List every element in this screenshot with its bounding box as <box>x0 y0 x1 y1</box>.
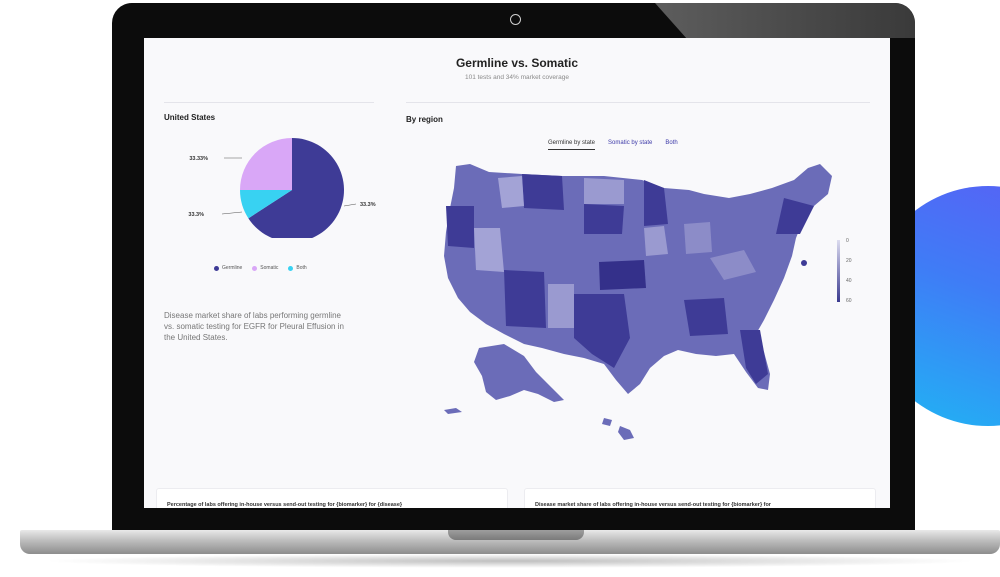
map-region-hawaii <box>602 418 612 426</box>
card-inhouse-percentage[interactable]: Percentage of labs offering in-house ver… <box>156 488 508 508</box>
map-region-alaska <box>474 344 564 402</box>
us-choropleth-map <box>444 164 832 440</box>
map-region-dark <box>446 206 474 248</box>
laptop-notch <box>448 530 584 540</box>
card-inhouse-market-share[interactable]: Disease market share of labs offering in… <box>524 488 876 508</box>
map-region-light <box>548 284 574 328</box>
color-scale-bar <box>837 240 840 302</box>
scale-label: 0 <box>846 238 849 244</box>
map-region-dark <box>599 260 646 290</box>
map-region-dark <box>584 204 624 234</box>
card-title: Percentage of labs offering in-house ver… <box>167 502 403 508</box>
map-region-light <box>684 222 712 254</box>
map-region-dark <box>522 174 564 210</box>
map-region-light <box>644 226 668 256</box>
map-region-dark <box>684 298 728 336</box>
map-region-dark <box>504 270 546 328</box>
map-region-light <box>584 178 624 204</box>
laptop-shadow <box>40 554 980 568</box>
map-region-dark <box>644 180 668 226</box>
scale-label: 60 <box>846 298 852 304</box>
laptop-mockup: Germline vs. Somatic 101 tests and 34% m… <box>0 0 1000 577</box>
scale-label: 20 <box>846 258 852 264</box>
card-title: Disease market share of labs offering in… <box>535 502 771 508</box>
map-region-dc <box>801 260 807 266</box>
app-screen: Germline vs. Somatic 101 tests and 34% m… <box>144 38 890 508</box>
scale-label: 40 <box>846 278 852 284</box>
camera-icon <box>510 14 521 25</box>
map-region-light <box>498 176 524 208</box>
map-region-hawaii <box>618 426 634 440</box>
map-region-light <box>474 228 504 272</box>
lid-reflection <box>655 3 915 38</box>
map-region-alaska-islands <box>444 408 462 414</box>
